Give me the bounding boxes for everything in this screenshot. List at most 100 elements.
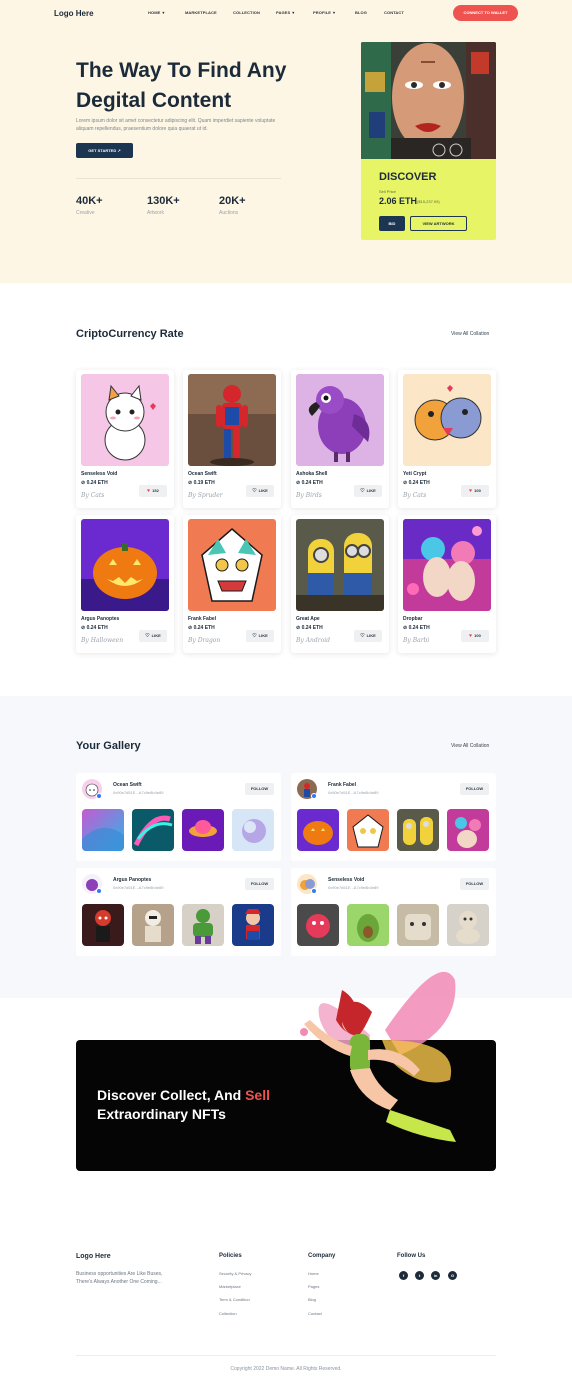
nft-price: ⊘ 0.24 ETH [81, 625, 108, 631]
gallery-user-name: Ocean Swift [113, 782, 142, 788]
footer-logo[interactable]: Logo Here [76, 1253, 111, 1260]
sell-price-label: Sell Price [379, 189, 396, 194]
nav-collection[interactable]: COLLECTION [233, 10, 260, 15]
stat-value: 20K+ [219, 195, 246, 207]
nft-image [403, 374, 491, 466]
gallery-thumbnail[interactable] [447, 904, 489, 946]
hero-divider [76, 178, 281, 179]
follow-button[interactable]: FOLLOW [245, 878, 274, 890]
nft-creator: By Dragon [188, 637, 221, 644]
gallery-thumbnail[interactable] [297, 809, 339, 851]
gallery-thumbnail[interactable] [397, 904, 439, 946]
connect-wallet-button[interactable]: CONNECT TO WALLET [453, 5, 518, 21]
gallery-thumbnail[interactable] [397, 809, 439, 851]
gallery-user-name: Argus Panoptes [113, 877, 152, 883]
gallery-thumbnail[interactable] [297, 904, 339, 946]
facebook-icon[interactable]: f [399, 1271, 408, 1280]
nft-price: ⊘ 0.24 ETH [188, 625, 215, 631]
nav-home[interactable]: HOME ▾ [148, 10, 165, 15]
nft-name: Frank Fabel [188, 616, 217, 622]
nft-card[interactable]: Senseless Void ⊘ 0.24 ETH By Cats ♥ 152 [76, 370, 174, 508]
footer-link-security[interactable]: Security & Privacy [219, 1271, 251, 1276]
nft-price: ⊘ 0.24 ETH [81, 480, 108, 486]
gallery-thumbnail[interactable] [232, 809, 274, 851]
nav-marketplace[interactable]: MARKETPLACE [185, 10, 217, 15]
gallery-thumbnail[interactable] [182, 904, 224, 946]
google-plus-icon[interactable]: G [448, 1271, 457, 1280]
like-button[interactable]: ♡ LIKE [246, 485, 274, 497]
footer-company-heading: Company [308, 1253, 336, 1259]
gallery-thumbnail[interactable] [82, 809, 124, 851]
like-button[interactable]: ♥ 100 [461, 485, 489, 497]
usd-price: ($15,237.09) [417, 199, 440, 204]
nft-card[interactable]: Ocean Swift ⊘ 0.19 ETH By Spruder ♡ LIKE [183, 370, 281, 508]
gallery-user-card[interactable]: Ocean Swift 0x90e7d51E...A7c9e8b4e89 FOL… [76, 773, 281, 861]
nav-profile[interactable]: PROFILE ▾ [313, 10, 335, 15]
nft-card[interactable]: Argus Panoptes ⊘ 0.24 ETH By Halloween ♡… [76, 515, 174, 653]
nft-name: Senseless Void [81, 471, 118, 477]
discover-title: DISCOVER [379, 171, 437, 183]
crypto-section-title: CriptoCurrency Rate [76, 328, 184, 340]
gallery-user-card[interactable]: Argus Panoptes 0x90e7d51E...A7c9e8b4e89 … [76, 868, 281, 956]
footer-link-terms[interactable]: Term & Condition [219, 1297, 250, 1302]
bid-button[interactable]: BID [379, 216, 405, 231]
like-button[interactable]: ♥ 100 [461, 630, 489, 642]
gallery-thumbnail[interactable] [232, 904, 274, 946]
like-button[interactable]: ♡ LIKE [354, 485, 382, 497]
footer-link-blog[interactable]: Blog [308, 1297, 316, 1302]
chevron-down-icon: ▾ [292, 10, 295, 15]
verified-badge-icon [96, 888, 102, 894]
gallery-user-card[interactable]: Frank Fabel 0x90e7d51E...A7c9e8b4e89 FOL… [291, 773, 496, 861]
linkedin-icon[interactable]: in [431, 1271, 440, 1280]
follow-button[interactable]: FOLLOW [460, 878, 489, 890]
gallery-thumbnail[interactable] [182, 809, 224, 851]
twitter-icon[interactable]: t [415, 1271, 424, 1280]
footer-link-pages[interactable]: Pages [308, 1284, 319, 1289]
featured-artwork-image[interactable] [361, 42, 496, 159]
nft-creator: By Barbi [403, 637, 430, 644]
nft-creator: By Spruder [188, 492, 223, 499]
like-button[interactable]: ♡ LIKE [139, 630, 167, 642]
gallery-user-card[interactable]: Senseless Void 0x90e7d51E...A7c9e8b4e89 … [291, 868, 496, 956]
heart-outline-icon: ♡ [145, 633, 150, 639]
nft-creator: By Cats [81, 492, 105, 499]
follow-button[interactable]: FOLLOW [245, 783, 274, 795]
gallery-thumbnail[interactable] [132, 904, 174, 946]
like-button[interactable]: ♡ LIKE [246, 630, 274, 642]
footer-link-contact[interactable]: Contact [308, 1311, 322, 1316]
nav-blog[interactable]: BLOG [355, 10, 367, 15]
nft-card[interactable]: Great Ape ⊘ 0.24 ETH By Android ♡ LIKE [291, 515, 389, 653]
nav-pages[interactable]: PAGES ▾ [276, 10, 294, 15]
nft-card[interactable]: Dropbar ⊘ 0.24 ETH By Barbi ♥ 100 [398, 515, 496, 653]
stat-label: Artwork [147, 210, 164, 216]
like-button[interactable]: ♥ 152 [139, 485, 167, 497]
verified-badge-icon [96, 793, 102, 799]
gallery-thumbnail[interactable] [447, 809, 489, 851]
nft-card[interactable]: Frank Fabel ⊘ 0.24 ETH By Dragon ♡ LIKE [183, 515, 281, 653]
footer-description: Business opportunities Are Like Buses, T… [76, 1271, 163, 1285]
follow-button[interactable]: FOLLOW [460, 783, 489, 795]
heart-outline-icon: ♡ [360, 633, 365, 639]
footer-link-home[interactable]: Home [308, 1271, 319, 1276]
wallet-address: 0x90e7d51E...A7c9e8b4e89 [113, 790, 164, 795]
footer-link-collection[interactable]: Collection [219, 1311, 237, 1316]
gallery-thumbnail[interactable] [347, 809, 389, 851]
nft-image [403, 519, 491, 611]
gallery-thumbnail[interactable] [82, 904, 124, 946]
gallery-thumbnail[interactable] [132, 809, 174, 851]
like-button[interactable]: ♡ LIKE [354, 630, 382, 642]
view-artwork-button[interactable]: VIEW ARTWORK [410, 216, 467, 231]
view-all-link[interactable]: View All Collation [451, 331, 489, 337]
nft-card[interactable]: Ashoka Shell ⊘ 0.24 ETH By Birds ♡ LIKE [291, 370, 389, 508]
gallery-thumbnail[interactable] [347, 904, 389, 946]
nav-contact[interactable]: CONTACT [384, 10, 404, 15]
nft-creator: By Cats [403, 492, 427, 499]
wallet-address: 0x90e7d51E...A7c9e8b4e89 [113, 885, 164, 890]
nft-creator: By Android [296, 637, 330, 644]
nft-card[interactable]: Yeti Crypt ⊘ 0.24 ETH By Cats ♥ 100 [398, 370, 496, 508]
heart-filled-icon: ♥ [147, 488, 151, 494]
view-all-link[interactable]: View All Collation [451, 743, 489, 749]
footer-policies-heading: Policies [219, 1253, 242, 1259]
get-started-button[interactable]: GET STARTED ↗ [76, 143, 133, 158]
footer-link-marketplace[interactable]: Marketplace [219, 1284, 241, 1289]
